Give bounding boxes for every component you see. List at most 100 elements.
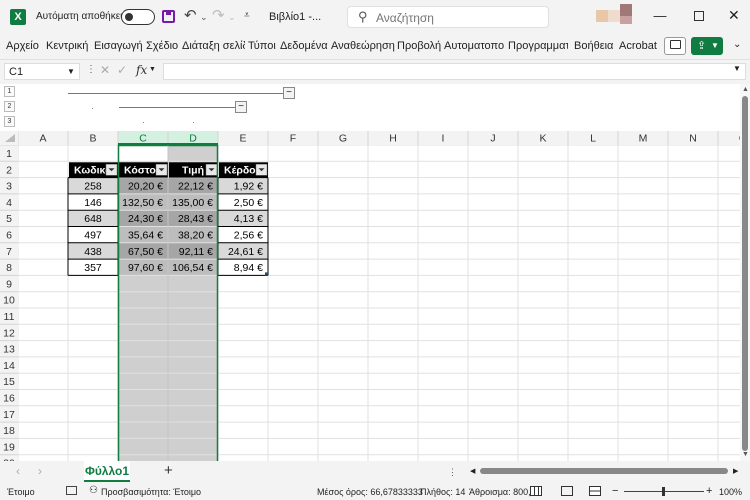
share-button[interactable]: ⇪ ▼ bbox=[691, 37, 723, 55]
comments-button[interactable] bbox=[664, 37, 686, 55]
column-header[interactable]: M bbox=[639, 133, 648, 145]
redo-dropdown-icon[interactable]: ⌄ bbox=[228, 12, 236, 23]
zoom-level[interactable]: 100% bbox=[719, 487, 742, 497]
collapse-group-button[interactable]: − bbox=[283, 87, 295, 99]
ribbon-expand-icon[interactable]: ⌄ bbox=[733, 39, 741, 50]
table-cell[interactable]: 38,20 € bbox=[178, 230, 213, 242]
column-header[interactable]: B bbox=[89, 133, 96, 145]
expand-formula-bar-icon[interactable]: ▼ bbox=[733, 64, 741, 73]
column-header[interactable]: J bbox=[490, 133, 495, 145]
tab-insert[interactable]: Εισαγωγή bbox=[94, 40, 143, 52]
table-cell[interactable]: 132,50 € bbox=[122, 197, 163, 209]
insert-function-icon[interactable]: fx bbox=[136, 63, 147, 77]
avatar[interactable] bbox=[608, 10, 620, 22]
table-cell[interactable]: 97,60 € bbox=[128, 262, 163, 274]
row-header[interactable]: 13 bbox=[3, 344, 15, 356]
column-header[interactable]: G bbox=[339, 133, 347, 145]
tab-developer[interactable]: Προγραμματι bbox=[508, 40, 568, 52]
table-cell[interactable]: 497 bbox=[84, 230, 102, 242]
tab-acrobat[interactable]: Acrobat bbox=[619, 40, 657, 52]
accessibility-icon[interactable]: ⚇ bbox=[89, 485, 98, 496]
tab-file[interactable]: Αρχείο bbox=[6, 40, 39, 52]
tab-page-layout[interactable]: Διάταξη σελίδ bbox=[182, 40, 245, 52]
enter-icon[interactable]: ✓ bbox=[117, 63, 127, 77]
table-cell[interactable]: 135,00 € bbox=[172, 197, 213, 209]
tab-formulas[interactable]: Τύποι bbox=[248, 40, 276, 52]
row-header[interactable]: 8 bbox=[6, 262, 12, 274]
maximize-icon[interactable] bbox=[692, 9, 706, 23]
table-resize-handle[interactable] bbox=[265, 272, 268, 276]
outline-level-3[interactable]: 3 bbox=[4, 116, 15, 127]
row-header[interactable]: 7 bbox=[6, 246, 12, 258]
table-cell[interactable]: 67,50 € bbox=[128, 246, 163, 258]
customize-qat-icon[interactable]: ⩡ bbox=[244, 10, 250, 21]
chevron-right-icon[interactable]: › bbox=[38, 464, 42, 478]
row-header[interactable]: 5 bbox=[6, 213, 12, 225]
table-cell[interactable]: 648 bbox=[84, 213, 102, 225]
row-header[interactable]: 19 bbox=[3, 441, 15, 453]
select-all-corner[interactable] bbox=[0, 131, 18, 145]
more-icon[interactable]: ⋮ bbox=[448, 467, 457, 478]
autosave-toggle[interactable] bbox=[121, 9, 155, 25]
name-box[interactable]: C1 ▼ bbox=[4, 63, 80, 80]
minimize-icon[interactable]: — bbox=[650, 8, 670, 26]
chevron-down-icon[interactable]: ▼ bbox=[67, 67, 75, 76]
table-cell[interactable]: 2,50 € bbox=[234, 197, 263, 209]
undo-icon[interactable]: ↶ bbox=[184, 6, 197, 24]
row-header[interactable]: 15 bbox=[3, 376, 15, 388]
search-box[interactable]: ⚲ bbox=[347, 6, 549, 28]
column-header[interactable]: E bbox=[239, 133, 246, 145]
table-cell[interactable]: 258 bbox=[84, 181, 102, 193]
horizontal-scrollbar-thumb[interactable] bbox=[480, 468, 728, 474]
row-header[interactable]: 10 bbox=[3, 295, 15, 307]
status-average[interactable]: Μέσος όρος: 66,67833333 bbox=[317, 487, 423, 497]
active-cell[interactable] bbox=[118, 145, 168, 162]
table-cell[interactable]: 1,92 € bbox=[234, 181, 263, 193]
status-count[interactable]: Πλήθος: 14 bbox=[420, 487, 465, 497]
row-header[interactable]: 2 bbox=[6, 164, 12, 176]
column-header[interactable]: K bbox=[539, 133, 546, 145]
zoom-out-icon[interactable]: − bbox=[612, 485, 618, 497]
tab-home[interactable]: Κεντρική bbox=[46, 40, 88, 52]
column-header[interactable]: F bbox=[290, 133, 296, 145]
tab-review[interactable]: Αναθεώρηση bbox=[331, 40, 395, 52]
more-icon[interactable]: ⋮ bbox=[86, 64, 96, 75]
formula-input[interactable] bbox=[163, 63, 746, 80]
normal-view-icon[interactable] bbox=[530, 486, 542, 496]
worksheet-grid[interactable]: Κωδικός Κόστος Τιμή Κέρδος 258 20,20 €22,12 €… bbox=[0, 131, 740, 461]
scroll-left-icon[interactable]: ◀ bbox=[470, 467, 475, 475]
document-title[interactable]: Βιβλίο1 -... bbox=[269, 11, 321, 23]
cancel-icon[interactable]: ✕ bbox=[100, 63, 110, 77]
table-cell[interactable]: 2,56 € bbox=[234, 230, 263, 242]
table-cell[interactable]: 8,94 € bbox=[234, 262, 263, 274]
column-header[interactable]: D bbox=[189, 133, 197, 145]
avatar[interactable] bbox=[620, 16, 632, 24]
table-cell[interactable]: 28,43 € bbox=[178, 213, 213, 225]
macro-recorder-icon[interactable] bbox=[66, 486, 77, 495]
scroll-right-icon[interactable]: ▶ bbox=[733, 467, 738, 475]
row-header[interactable]: 11 bbox=[4, 311, 15, 323]
row-header[interactable]: 14 bbox=[3, 360, 15, 372]
page-break-view-icon[interactable] bbox=[589, 486, 601, 496]
save-icon[interactable] bbox=[162, 10, 175, 23]
table-cell[interactable]: 20,20 € bbox=[128, 181, 163, 193]
tab-help[interactable]: Βοήθεια bbox=[574, 40, 613, 52]
collapse-group-button[interactable]: − bbox=[235, 101, 247, 113]
close-icon[interactable]: ✕ bbox=[728, 7, 740, 24]
table-cell[interactable]: 22,12 € bbox=[178, 181, 213, 193]
undo-dropdown-icon[interactable]: ⌄ bbox=[200, 12, 208, 23]
row-header[interactable]: 16 bbox=[3, 393, 15, 405]
add-sheet-button[interactable]: + bbox=[164, 462, 173, 479]
column-header[interactable]: A bbox=[39, 133, 46, 145]
tab-view[interactable]: Προβολή bbox=[397, 40, 441, 52]
row-header[interactable]: 12 bbox=[3, 327, 15, 339]
zoom-in-icon[interactable]: + bbox=[706, 485, 712, 497]
column-header[interactable]: I bbox=[442, 133, 445, 145]
row-header[interactable]: 1 bbox=[6, 148, 12, 160]
table-cell[interactable]: 357 bbox=[84, 262, 102, 274]
row-header[interactable]: 4 bbox=[6, 197, 12, 209]
sheet-tab[interactable]: Φύλλο1 bbox=[84, 461, 130, 482]
search-input[interactable] bbox=[376, 11, 536, 25]
table-cell[interactable]: 106,54 € bbox=[172, 262, 213, 274]
vertical-scrollbar[interactable]: ▲ ▼ bbox=[740, 84, 750, 461]
